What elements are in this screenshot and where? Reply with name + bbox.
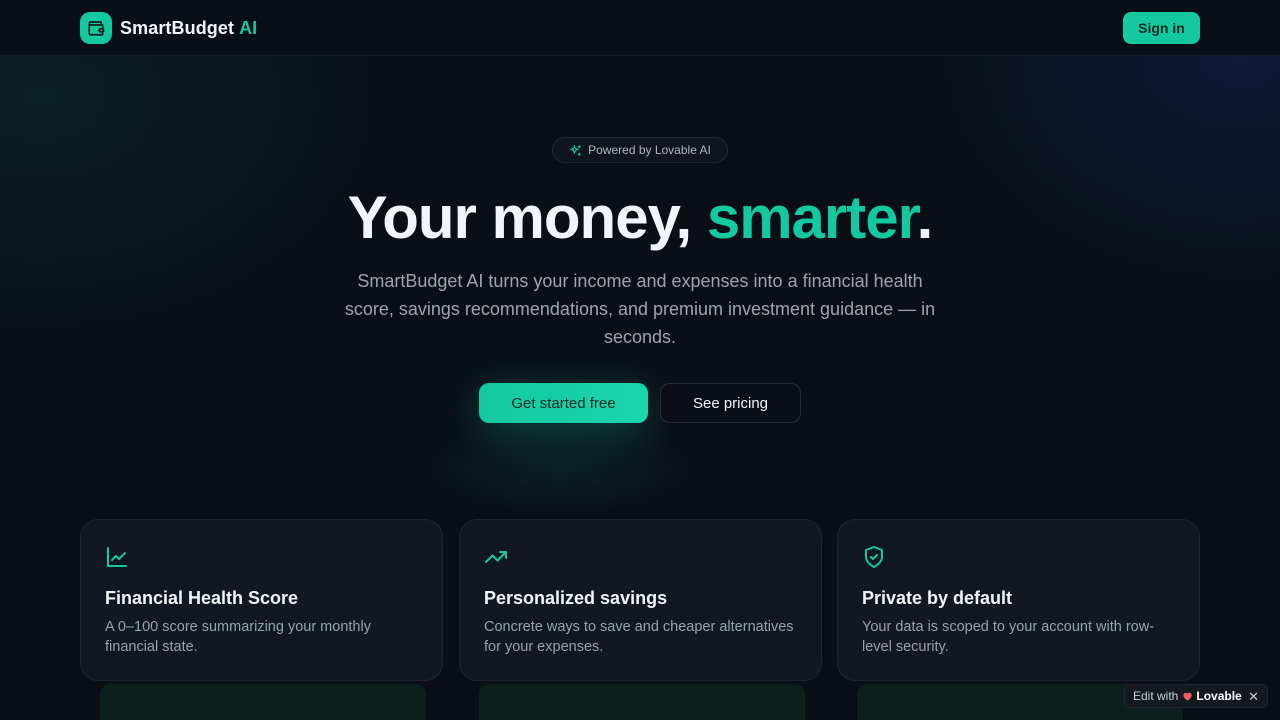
lovable-brand-text: Lovable [1196,689,1242,703]
feature-card-savings: Personalized savings Concrete ways to sa… [459,519,822,681]
card-shadow-stub [100,684,426,720]
feature-description: Your data is scoped to your account with… [862,619,1155,655]
get-started-button[interactable]: Get started free [479,383,648,423]
brand[interactable]: SmartBudget AI [80,12,257,44]
card-shadow-stub [479,684,805,720]
brand-name: SmartBudget [120,17,235,38]
edit-with-label: Edit with [1133,689,1179,703]
feature-title: Financial Health Score [105,588,299,608]
badge-text: Powered by Lovable AI [588,143,711,157]
sparkles-icon [570,144,582,156]
feature-description: A 0–100 score summarizing your monthly f… [105,619,371,655]
brand-accent: AI [239,17,258,38]
close-icon[interactable]: ✕ [1248,690,1259,703]
powered-by-badge: Powered by Lovable AI [552,137,728,163]
trending-up-icon [485,551,507,563]
see-pricing-button[interactable]: See pricing [660,383,801,423]
feature-card-privacy: Private by default Your data is scoped t… [837,519,1200,681]
feature-title: Personalized savings [484,588,668,608]
hero-title-main: Your money, [347,184,707,251]
line-chart-icon [107,547,127,567]
feature-title: Private by default [862,588,1013,608]
hero-title-end: . [916,184,934,251]
sign-in-button[interactable]: Sign in [1123,12,1200,44]
feature-card-health-score: Financial Health Score A 0–100 score sum… [80,519,443,681]
hero-subtitle: SmartBudget AI turns your income and exp… [344,271,936,347]
hero-title-accent: smarter [706,184,918,251]
landing-page: SmartBudget AI Sign in Powered by Lovabl… [0,0,1280,720]
lovable-brand: Lovable [1182,689,1242,703]
edit-with-lovable-bar[interactable]: Edit with Lovable ✕ [1124,684,1268,708]
feature-description: Concrete ways to save and cheaper altern… [484,619,794,655]
hero-title: Your money, smarter. [0,182,1280,254]
top-navbar: SmartBudget AI Sign in [0,0,1280,56]
shield-check-icon [865,546,883,568]
wallet-icon [80,12,112,44]
heart-icon [1183,692,1192,701]
